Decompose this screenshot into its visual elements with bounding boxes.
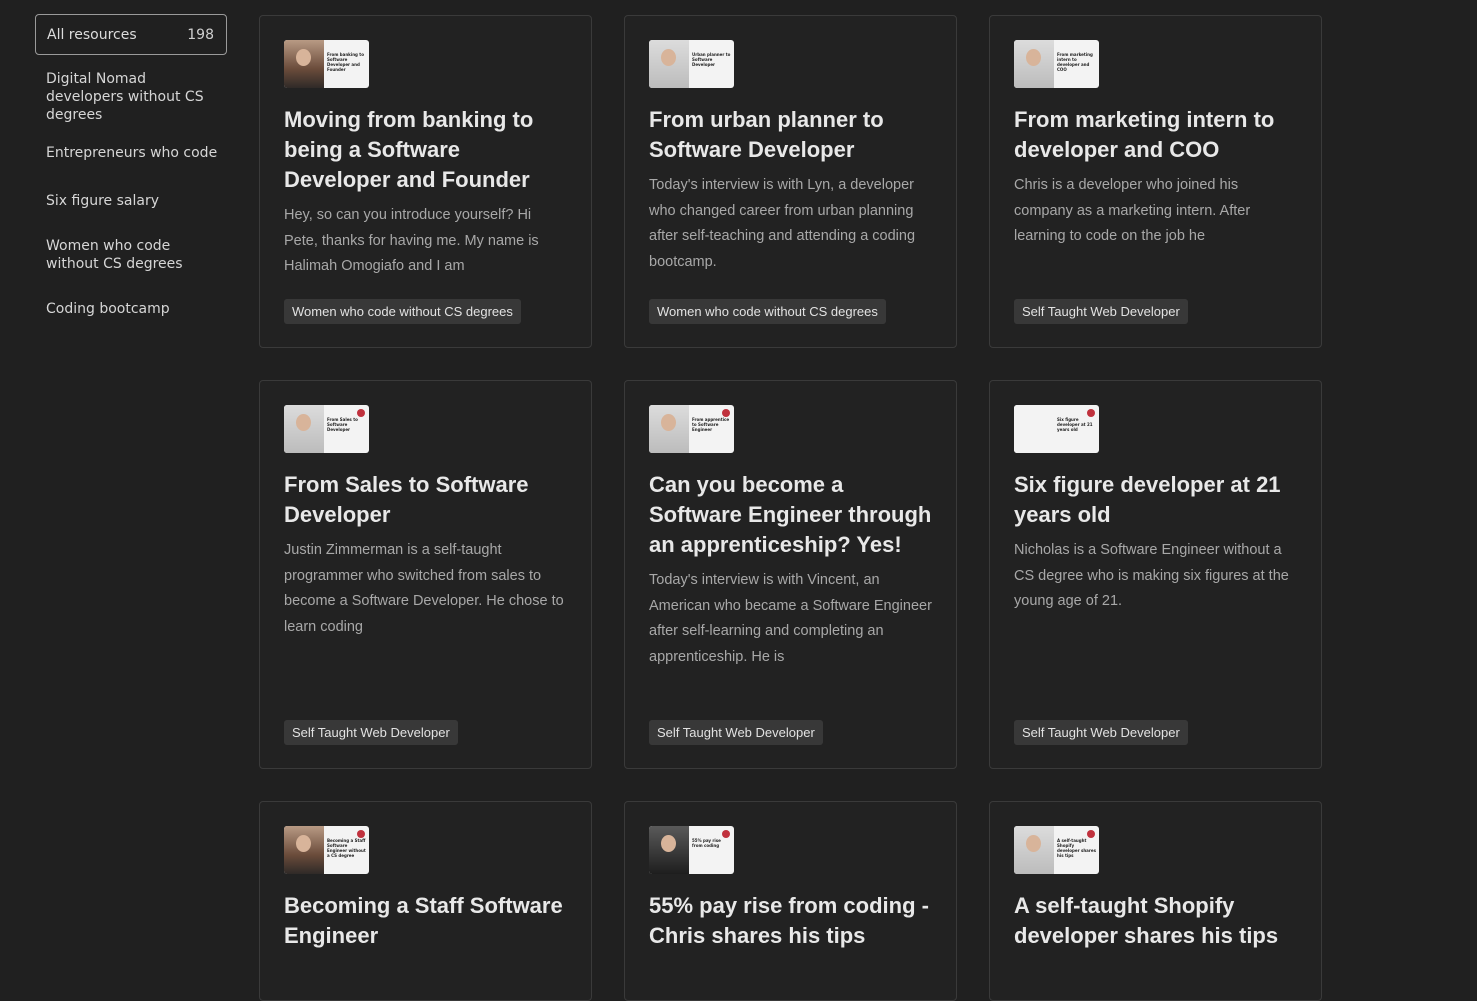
card-title[interactable]: 55% pay rise from coding - Chris shares … (649, 891, 932, 951)
card-thumbnail: Becoming a Staff Software Engineer witho… (284, 826, 369, 874)
logo-badge-icon (1087, 409, 1095, 417)
card-excerpt: Chris is a developer who joined his comp… (1014, 177, 1251, 245)
card-thumbnail: Six figure developer at 21 years old (1014, 405, 1099, 453)
thumbnail-caption: From apprentice to Software Engineer (689, 405, 734, 453)
portrait-image (649, 405, 689, 453)
card-title[interactable]: From urban planner to Software Developer (649, 105, 932, 165)
resource-card[interactable]: From banking to Software Developer and F… (259, 15, 592, 348)
thumbnail-caption: From marketing intern to developer and C… (1057, 52, 1093, 72)
card-tag[interactable]: Self Taught Web Developer (1014, 299, 1188, 324)
portrait-image (649, 826, 689, 874)
logo-badge-icon (722, 830, 730, 838)
resource-card[interactable]: From marketing intern to developer and C… (989, 15, 1322, 348)
portrait-image (1014, 405, 1054, 453)
card-thumbnail: From banking to Software Developer and F… (284, 40, 369, 88)
resource-card[interactable]: Urban planner to Software Developer From… (624, 15, 957, 348)
card-thumbnail: From apprentice to Software Engineer (649, 405, 734, 453)
thumbnail-caption-text: 55% pay rise from coding (692, 838, 721, 848)
card-title[interactable]: Moving from banking to being a Software … (284, 105, 567, 195)
logo-badge-icon (357, 409, 365, 417)
thumbnail-caption: From Sales to Software Developer (324, 405, 369, 453)
resource-card[interactable]: Six figure developer at 21 years old Six… (989, 380, 1322, 769)
thumbnail-caption-text: A self-taught Shopify developer shares h… (1057, 838, 1096, 858)
nav-all-resources[interactable]: All resources 198 (35, 14, 227, 55)
thumbnail-caption-text: From apprentice to Software Engineer (692, 417, 730, 432)
card-excerpt: Justin Zimmerman is a self-taught progra… (284, 542, 564, 636)
card-thumbnail: A self-taught Shopify developer shares h… (1014, 826, 1099, 874)
card-title[interactable]: From Sales to Software Developer (284, 470, 567, 530)
card-thumbnail: 55% pay rise from coding (649, 826, 734, 874)
thumbnail-caption: A self-taught Shopify developer shares h… (1054, 826, 1099, 874)
thumbnail-caption: Becoming a Staff Software Engineer witho… (324, 826, 369, 874)
thumbnail-caption-text: Becoming a Staff Software Engineer witho… (327, 838, 366, 858)
card-tag[interactable]: Women who code without CS degrees (284, 299, 521, 324)
card-thumbnail: From Sales to Software Developer (284, 405, 369, 453)
card-excerpt: Today's interview is with Vincent, an Am… (649, 572, 932, 666)
logo-badge-icon (357, 830, 365, 838)
card-tag[interactable]: Women who code without CS degrees (649, 299, 886, 324)
portrait-image (284, 405, 324, 453)
card-tag[interactable]: Self Taught Web Developer (1014, 720, 1188, 745)
resource-card[interactable]: Becoming a Staff Software Engineer witho… (259, 801, 592, 1001)
category-sidebar: All resources 198 Digital Nomad develope… (35, 14, 227, 318)
nav-item-entrepreneurs[interactable]: Entrepreneurs who code (46, 144, 221, 162)
resource-card[interactable]: From Sales to Software Developer From Sa… (259, 380, 592, 769)
nav-item-women-who-code[interactable]: Women who code without CS degrees (46, 237, 221, 273)
card-thumbnail: From marketing intern to developer and C… (1014, 40, 1099, 88)
card-title[interactable]: Becoming a Staff Software Engineer (284, 891, 567, 951)
card-thumbnail: Urban planner to Software Developer (649, 40, 734, 88)
thumbnail-caption-text: Six figure developer at 21 years old (1057, 417, 1093, 432)
thumbnail-caption: Six figure developer at 21 years old (1054, 405, 1099, 453)
card-title[interactable]: Can you become a Software Engineer throu… (649, 470, 932, 560)
card-tag[interactable]: Self Taught Web Developer (284, 720, 458, 745)
resource-card[interactable]: A self-taught Shopify developer shares h… (989, 801, 1322, 1001)
card-excerpt: Nicholas is a Software Engineer without … (1014, 542, 1289, 610)
portrait-image (1014, 826, 1054, 874)
card-title[interactable]: From marketing intern to developer and C… (1014, 105, 1297, 165)
resource-count: 198 (187, 26, 214, 43)
thumbnail-caption: Urban planner to Software Developer (692, 52, 731, 67)
nav-item-digital-nomad[interactable]: Digital Nomad developers without CS degr… (46, 70, 221, 124)
portrait-image (284, 40, 324, 88)
thumbnail-caption: From banking to Software Developer and F… (327, 52, 364, 72)
card-title[interactable]: A self-taught Shopify developer shares h… (1014, 891, 1297, 951)
card-excerpt: Hey, so can you introduce yourself? Hi P… (284, 207, 539, 275)
nav-item-coding-bootcamp[interactable]: Coding bootcamp (46, 300, 221, 318)
card-excerpt: Today's interview is with Lyn, a develop… (649, 177, 916, 271)
resource-card[interactable]: From apprentice to Software Engineer Can… (624, 380, 957, 769)
nav-item-six-figure[interactable]: Six figure salary (46, 192, 221, 210)
portrait-image (284, 826, 324, 874)
thumbnail-caption: 55% pay rise from coding (689, 826, 734, 874)
logo-badge-icon (722, 409, 730, 417)
nav-all-resources-label: All resources (47, 26, 137, 43)
thumbnail-caption-text: From Sales to Software Developer (327, 417, 358, 432)
card-tag[interactable]: Self Taught Web Developer (649, 720, 823, 745)
portrait-image (649, 40, 689, 88)
resource-card[interactable]: 55% pay rise from coding 55% pay rise fr… (624, 801, 957, 1001)
portrait-image (1014, 40, 1054, 88)
card-title[interactable]: Six figure developer at 21 years old (1014, 470, 1297, 530)
logo-badge-icon (1087, 830, 1095, 838)
